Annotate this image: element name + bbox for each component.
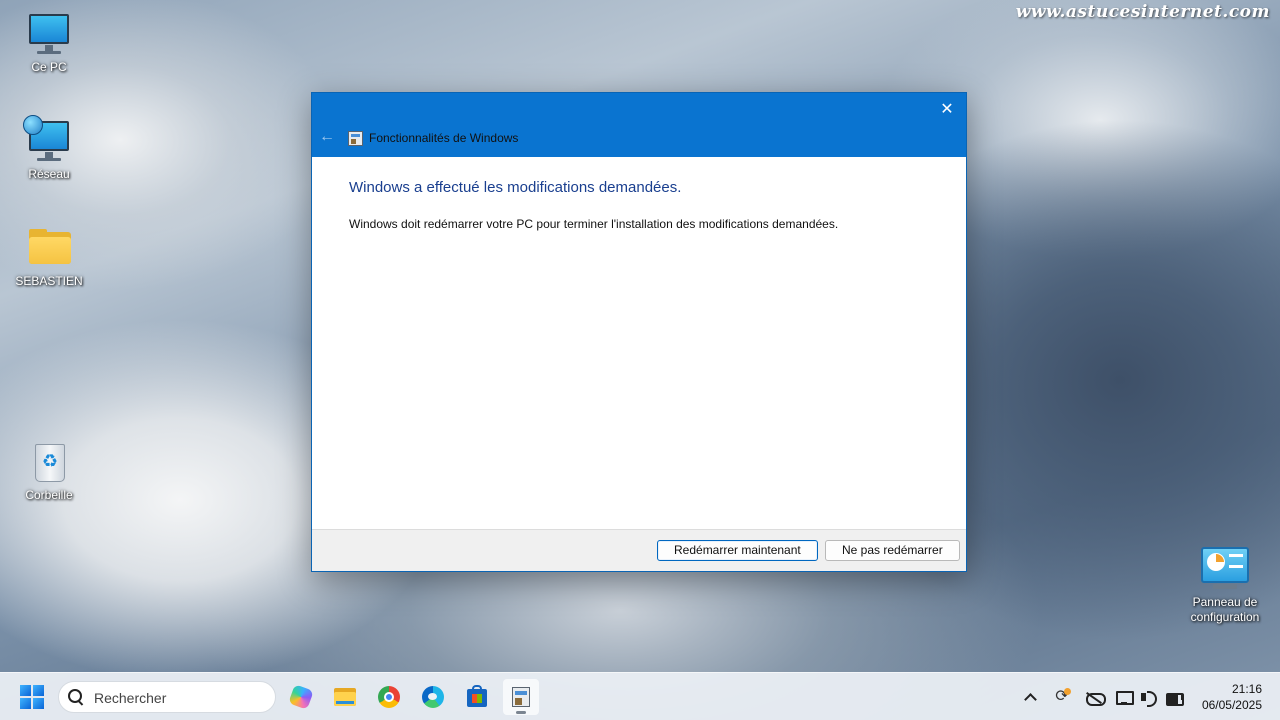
desktop-icon-user-folder[interactable]: SEBASTIEN xyxy=(9,224,89,289)
close-icon[interactable]: ✕ xyxy=(936,99,958,121)
network-globe-icon xyxy=(23,115,73,165)
site-watermark: www.astucesinternet.com xyxy=(1015,2,1270,22)
file-explorer-icon[interactable] xyxy=(327,679,363,715)
clock[interactable]: 21:16 06/05/2025 xyxy=(1202,681,1262,713)
back-arrow-icon[interactable]: ← xyxy=(318,128,336,146)
computer-icon xyxy=(25,10,73,58)
chrome-icon[interactable] xyxy=(371,679,407,715)
clock-date: 06/05/2025 xyxy=(1201,698,1262,712)
dont-restart-button[interactable]: Ne pas redémarrer xyxy=(825,540,960,561)
control-panel-icon xyxy=(1201,545,1249,593)
dialog-message: Windows doit redémarrer votre PC pour te… xyxy=(349,217,839,231)
dialog-footer: Redémarrer maintenant Ne pas redémarrer xyxy=(312,529,966,571)
clock-time: 21:16 xyxy=(1231,682,1262,696)
dialog-title: Fonctionnalités de Windows xyxy=(369,131,519,145)
desktop-icon-control-panel[interactable]: Panneau de configuration xyxy=(1185,545,1265,625)
network-icon[interactable] xyxy=(1113,687,1135,707)
copilot-icon[interactable] xyxy=(283,679,319,715)
start-button[interactable] xyxy=(20,685,44,709)
dialog-header: ✕ ← Fonctionnalités de Windows xyxy=(312,93,966,157)
desktop-icon-network[interactable]: Réseau xyxy=(9,115,89,182)
sync-icon[interactable]: ⟳ xyxy=(1051,687,1073,707)
chevron-up-icon[interactable] xyxy=(1019,687,1041,707)
desktop-icon-this-pc[interactable]: Ce PC xyxy=(9,10,89,75)
desktop-icon-label: Ce PC xyxy=(31,60,67,74)
search-icon xyxy=(67,688,85,706)
volume-icon[interactable] xyxy=(1138,687,1160,707)
taskbar: Rechercher ⟳ 21:16 06/05/2025 xyxy=(0,672,1280,720)
desktop-icon-label: Corbeille xyxy=(25,488,73,502)
store-icon[interactable] xyxy=(459,679,495,715)
folder-icon xyxy=(25,224,73,272)
search-placeholder: Rechercher xyxy=(94,690,167,706)
dialog-heading: Windows a effectué les modifications dem… xyxy=(349,179,682,196)
desktop-icon-label: SEBASTIEN xyxy=(15,274,83,288)
restart-now-button[interactable]: Redémarrer maintenant xyxy=(657,540,818,561)
desktop-icon-label: Réseau xyxy=(28,167,70,181)
desktop-icon-label: Panneau de configuration xyxy=(1190,595,1260,624)
edge-icon[interactable] xyxy=(415,679,451,715)
windows-features-icon xyxy=(348,131,363,146)
desktop-icon-recycle-bin[interactable]: ♻ Corbeille xyxy=(9,438,89,503)
cloud-off-icon[interactable] xyxy=(1083,687,1106,707)
search-box[interactable]: Rechercher xyxy=(58,681,276,713)
recycle-bin-icon: ♻ xyxy=(25,438,73,486)
windows-features-dialog: ✕ ← Fonctionnalités de Windows Windows a… xyxy=(311,92,967,572)
battery-icon[interactable] xyxy=(1163,687,1185,707)
windows-features-taskbar-icon[interactable] xyxy=(503,679,539,715)
